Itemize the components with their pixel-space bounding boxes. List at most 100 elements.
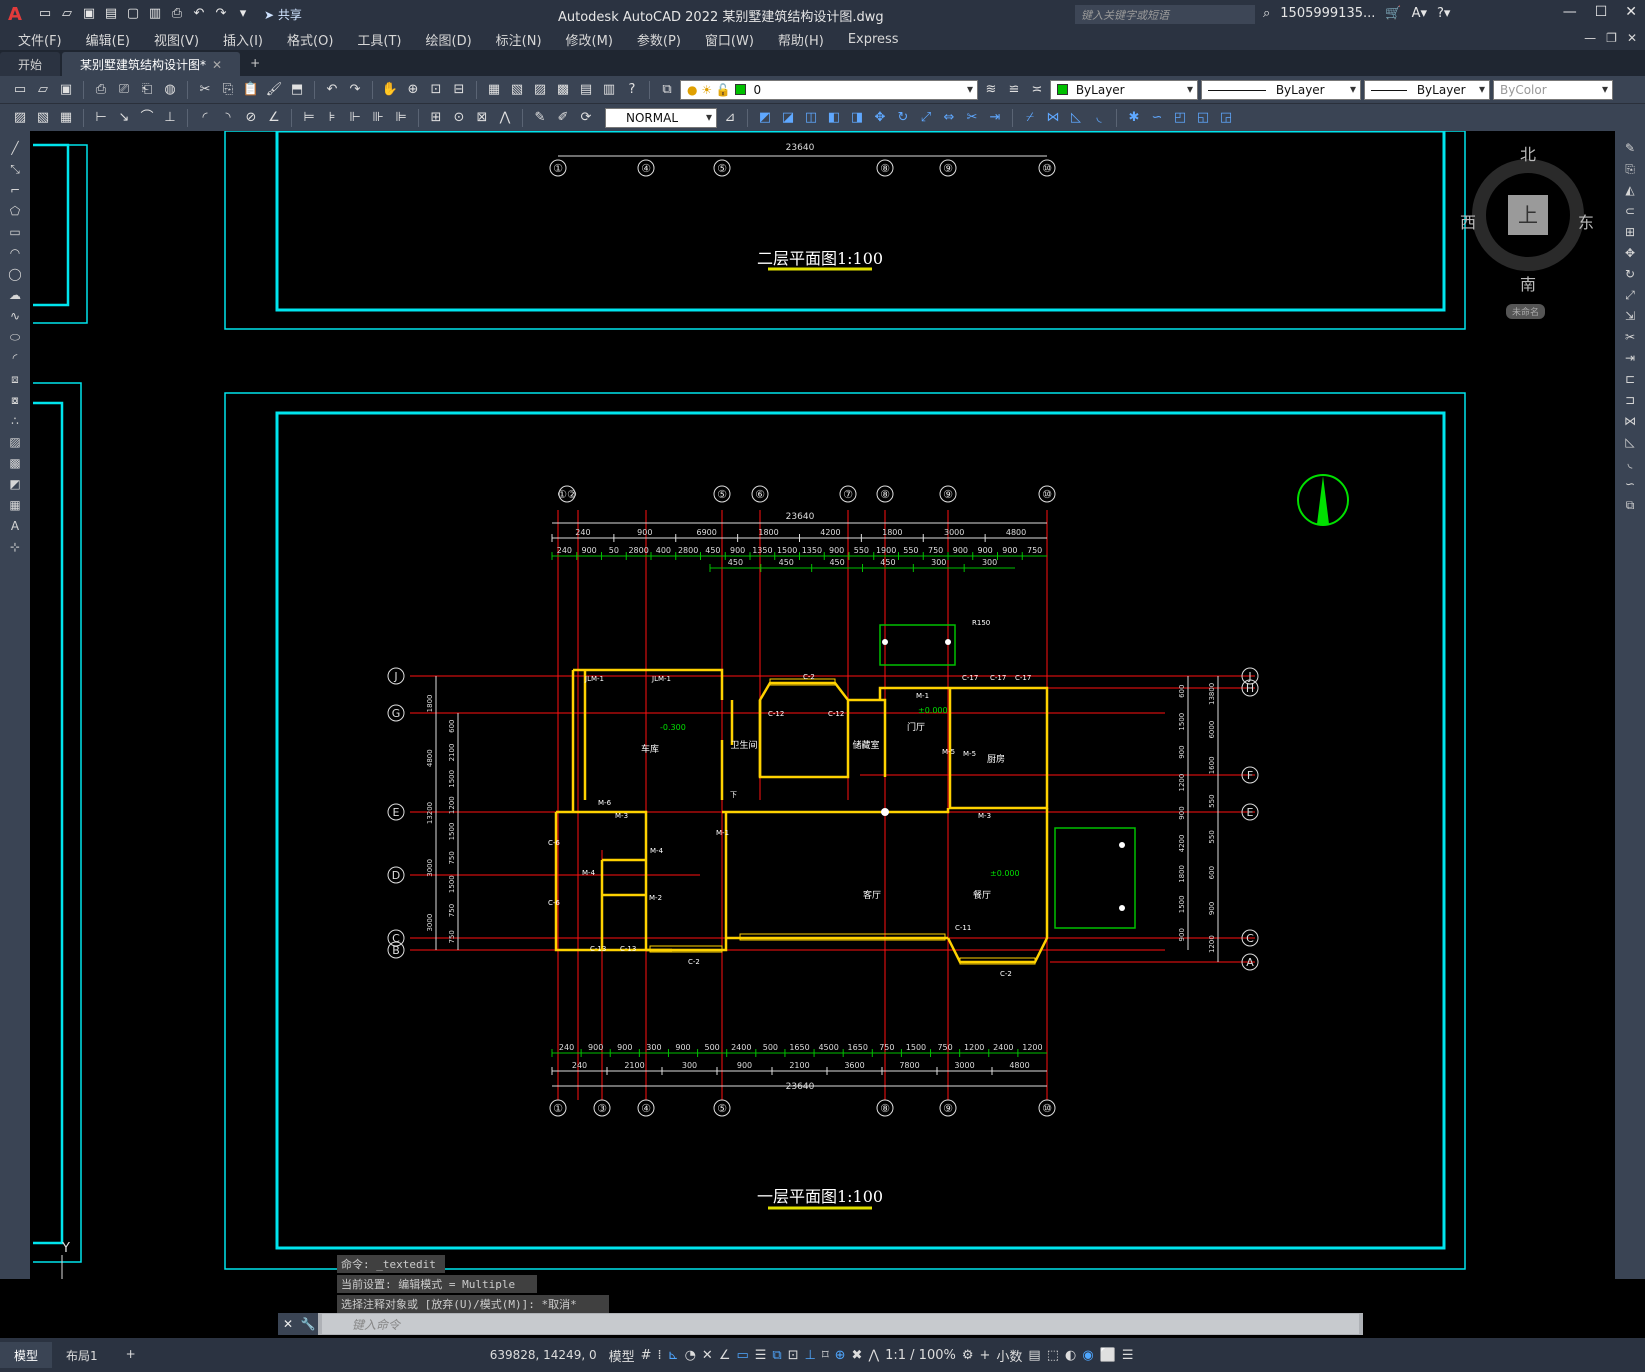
make-current-layer-icon[interactable]: ≋ xyxy=(981,80,1001,100)
save-as-icon[interactable]: ▤ xyxy=(102,6,120,22)
arc-icon[interactable]: ◠ xyxy=(5,244,25,263)
break-icon[interactable]: ⌿ xyxy=(1020,108,1040,128)
rotate-icon[interactable]: ↻ xyxy=(1620,265,1640,284)
mirror-icon[interactable]: ◭ xyxy=(1620,181,1640,200)
share-button[interactable]: ➤ 共享 xyxy=(264,6,302,23)
gizmo-icon[interactable]: ⊕ xyxy=(835,1348,846,1363)
compass-west[interactable]: 西 xyxy=(1460,209,1476,233)
layer-match-icon[interactable]: ≍ xyxy=(1027,80,1047,100)
move-icon[interactable]: ✥ xyxy=(870,108,890,128)
compass-north[interactable]: 北 xyxy=(1520,141,1536,165)
viewcube-top-face[interactable]: 上 xyxy=(1508,195,1548,235)
cut-icon[interactable]: ✂ xyxy=(195,80,215,100)
menu-item-12[interactable]: Express xyxy=(848,32,899,47)
compass-east[interactable]: 东 xyxy=(1578,209,1594,233)
ellipse-arc-icon[interactable]: ◜ xyxy=(5,349,25,368)
scale-icon[interactable]: ⤢ xyxy=(1620,286,1640,305)
construction-line-icon[interactable]: ⤡ xyxy=(5,160,25,179)
stretch-icon[interactable]: ⇔ xyxy=(939,108,959,128)
grid-icon[interactable]: # xyxy=(641,1348,652,1363)
fillet-icon[interactable]: ◟ xyxy=(1620,454,1640,473)
user-name[interactable]: 1505999135... xyxy=(1280,6,1375,21)
layer-state-icon[interactable]: ▨ xyxy=(10,108,30,128)
lineweight-dropdown[interactable]: ByLayer xyxy=(1364,79,1490,100)
tool-palettes-icon[interactable]: ▨ xyxy=(530,80,550,100)
plot-preview-icon[interactable]: ⎚ xyxy=(114,80,134,100)
coordinates-readout[interactable]: 639828, 14249, 0 xyxy=(490,1348,597,1362)
revcloud-icon[interactable]: ☁ xyxy=(5,286,25,305)
break-icon[interactable]: ⊐ xyxy=(1620,391,1640,410)
menu-item-5[interactable]: 工具(T) xyxy=(357,30,401,49)
draworder-back-icon[interactable]: ◲ xyxy=(1216,108,1236,128)
continue-dim-icon[interactable]: ⊩ xyxy=(345,108,365,128)
offset-icon[interactable]: ⊂ xyxy=(1620,202,1640,221)
insert-block-icon[interactable]: ⧈ xyxy=(5,370,25,389)
redo-icon[interactable]: ↷ xyxy=(345,80,365,100)
undo-icon[interactable]: ↶ xyxy=(190,6,208,22)
design-center-icon[interactable]: ▧ xyxy=(507,80,527,100)
ortho-icon[interactable]: ⊾ xyxy=(668,1348,679,1363)
block-editor-icon[interactable]: ⬒ xyxy=(287,80,307,100)
plus-icon[interactable]: + xyxy=(980,1348,991,1363)
menu-item-6[interactable]: 绘图(D) xyxy=(426,30,472,49)
linetype-dropdown[interactable]: ByLayer xyxy=(1201,79,1361,100)
table-icon[interactable]: ▦ xyxy=(5,496,25,515)
polygon-icon[interactable]: ⬠ xyxy=(5,202,25,221)
publish-icon[interactable]: ⎗ xyxy=(137,80,157,100)
array-icon[interactable]: ◨ xyxy=(847,108,867,128)
explode-icon[interactable]: ✱ xyxy=(1124,108,1144,128)
center-mark-icon[interactable]: ⊙ xyxy=(449,108,469,128)
layer-previous-icon[interactable]: ≌ xyxy=(1004,80,1024,100)
hardware-accel-icon[interactable]: ◉ xyxy=(1082,1348,1093,1363)
menu-item-11[interactable]: 帮助(H) xyxy=(778,30,824,49)
tolerance-icon[interactable]: ⊞ xyxy=(426,108,446,128)
search-icon[interactable]: ⌕ xyxy=(1263,6,1270,21)
line-icon[interactable]: ╱ xyxy=(5,139,25,158)
app-logo[interactable]: A xyxy=(8,4,30,25)
tab-start[interactable]: 开始 xyxy=(0,52,61,76)
dim-text-edit-icon[interactable]: ✐ xyxy=(553,108,573,128)
menu-item-3[interactable]: 插入(I) xyxy=(223,30,263,49)
spline-icon[interactable]: ∿ xyxy=(5,307,25,326)
copy-object-icon[interactable]: ◪ xyxy=(778,108,798,128)
sheet-set-icon[interactable]: ▩ xyxy=(553,80,573,100)
help-search-input[interactable]: 键入关键字或短语 xyxy=(1075,5,1255,24)
join-icon[interactable]: ⋈ xyxy=(1620,412,1640,431)
chamfer-icon[interactable]: ◺ xyxy=(1066,108,1086,128)
qnew-icon[interactable]: ▭ xyxy=(10,80,30,100)
properties-icon[interactable]: ▦ xyxy=(484,80,504,100)
aligned-dim-icon[interactable]: ↘ xyxy=(114,108,134,128)
help-icon[interactable]: ?▾ xyxy=(1437,6,1450,21)
radius-dim-icon[interactable]: ◜ xyxy=(195,108,215,128)
3d-print-icon[interactable]: ◍ xyxy=(160,80,180,100)
scale-icon[interactable]: ⤢ xyxy=(916,108,936,128)
layer-dropdown[interactable]: ● ☀ 🔓 0 xyxy=(680,79,978,100)
otrack-icon[interactable]: ∠ xyxy=(719,1348,731,1363)
jogged-linear-icon[interactable]: ⋀ xyxy=(495,108,515,128)
pan-icon[interactable]: ✋ xyxy=(380,80,400,100)
customize-qat-icon[interactable]: ▾ xyxy=(234,6,252,22)
doc-close-icon[interactable]: ✕ xyxy=(1627,31,1637,45)
open-file-icon[interactable]: ▱ xyxy=(58,6,76,22)
polyline-icon[interactable]: ⌐ xyxy=(5,181,25,200)
mirror-icon[interactable]: ◫ xyxy=(801,108,821,128)
menu-item-10[interactable]: 窗口(W) xyxy=(705,30,754,49)
rectangle-icon[interactable]: ▭ xyxy=(5,223,25,242)
transparency-icon[interactable]: ☰ xyxy=(755,1348,767,1363)
tab-model[interactable]: 模型 xyxy=(0,1342,53,1368)
trim-icon[interactable]: ✂ xyxy=(962,108,982,128)
menu-item-9[interactable]: 参数(P) xyxy=(637,30,681,49)
region-icon[interactable]: ◰ xyxy=(1170,108,1190,128)
dimstyle-dropdown[interactable]: NORMAL xyxy=(605,107,717,128)
break-at-point-icon[interactable]: ⊏ xyxy=(1620,370,1640,389)
polar-icon[interactable]: ◔ xyxy=(685,1348,696,1363)
diameter-dim-icon[interactable]: ⊘ xyxy=(241,108,261,128)
open-icon[interactable]: ▱ xyxy=(33,80,53,100)
mtext-icon[interactable]: A xyxy=(5,517,25,536)
angular-dim-icon[interactable]: ∠ xyxy=(264,108,284,128)
ellipse-icon[interactable]: ⬭ xyxy=(5,328,25,347)
extend-icon[interactable]: ⇥ xyxy=(985,108,1005,128)
markup-icon[interactable]: ▤ xyxy=(576,80,596,100)
region-icon[interactable]: ◩ xyxy=(5,475,25,494)
menu-item-1[interactable]: 编辑(E) xyxy=(86,30,130,49)
